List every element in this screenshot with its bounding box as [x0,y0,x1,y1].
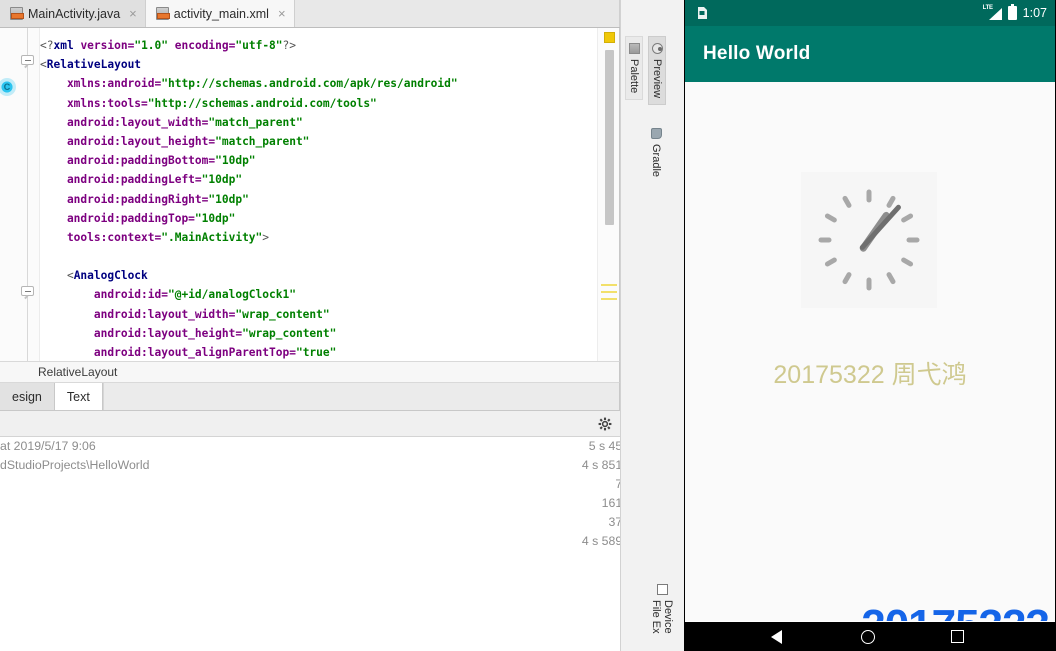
tab-bar-filler [294,0,620,27]
editor-tab-activity-main-xml[interactable]: activity_main.xml × [145,0,295,27]
build-output-row[interactable]: 7 ms [0,475,649,494]
recents-square-icon[interactable] [951,630,964,643]
code-line: android:paddingRight="10dp" [40,192,249,206]
code-line: tools:context=".MainActivity"> [40,230,270,244]
signal-bars-icon: LTE [983,5,1002,20]
battery-icon [1007,3,1017,20]
code-editor[interactable]: <?xml version="1.0" encoding="utf-8"?> <R… [0,28,620,361]
design-text-tab-filler [102,383,619,410]
breadcrumb-label: RelativeLayout [38,365,118,379]
gradle-elephant-icon [650,128,662,139]
design-text-tab-bar: esign Text [0,383,620,411]
breadcrumb[interactable]: RelativeLayout [0,361,620,383]
tab-design[interactable]: esign [0,383,55,410]
build-row-text: at 2019/5/17 9:06 [0,439,96,453]
highlight-marker [601,298,617,300]
build-panel-header [0,411,650,437]
gear-icon[interactable] [598,417,612,431]
app-bar-title: Hello World [703,43,811,64]
tool-tab-label: Palette [628,59,640,94]
emulator-screen: LTE 1:07 Hello World 20175322 周弋鸿 [685,0,1055,651]
code-line: <AnalogClock [40,269,148,283]
tool-tab-device-file-explorer[interactable]: Device File Ex [648,578,676,651]
tool-tab-label: Device File Ex [650,600,674,634]
ide-window: MainActivity.java × activity_main.xml × … [0,0,684,651]
tool-tab-label: Gradle [650,144,662,178]
build-output-row[interactable]: 37 ms [0,513,649,532]
activity-content: 20175322 周弋鸿 20175323 [685,82,1055,650]
editor-tab-bar: MainActivity.java × activity_main.xml × [0,0,620,28]
code-line: xmlns:android="http://schemas.android.co… [40,77,458,91]
home-circle-icon[interactable] [861,630,875,644]
gutter-divider [27,28,28,361]
java-file-icon [10,7,24,20]
editor-tab-label: MainActivity.java [28,6,121,21]
editor-code-text[interactable]: <?xml version="1.0" encoding="utf-8"?> <R… [40,36,600,361]
tab-text-label: Text [66,389,90,404]
code-line: android:paddingTop="10dp" [40,211,236,225]
editor-scrollbar-thumb[interactable] [605,50,614,225]
ide-tool-window-strip: Palette Preview Gradle Device File Ex [620,0,684,651]
status-bar-right-group: LTE 1:07 [983,0,1047,26]
tab-text[interactable]: Text [54,383,103,410]
fold-marker-relativelayout[interactable] [21,55,34,69]
tool-tab-preview[interactable]: Preview [648,36,666,106]
build-row-text: dStudioProjects\HelloWorld [0,458,150,472]
palette-icon [628,43,640,54]
preview-icon [651,43,663,54]
code-line: xmlns:tools="http://schemas.android.com/… [40,96,377,110]
tool-tab-label: Preview [651,59,663,99]
code-line: <RelativeLayout [40,58,142,72]
back-triangle-icon[interactable] [771,630,782,644]
device-file-explorer-icon [656,584,668,595]
android-nav-bar [685,622,1055,651]
tool-tab-gradle[interactable]: Gradle [648,122,664,184]
build-output-row[interactable]: dStudioProjects\HelloWorld 4 s 851 ms [0,456,649,475]
build-output-row[interactable]: 161 ms [0,494,649,513]
code-line: android:layout_width="match_parent" [40,115,303,129]
editor-tab-mainactivity-java[interactable]: MainActivity.java × [0,0,146,27]
build-output-row[interactable]: 4 s 589 ms [0,532,649,551]
build-output-row[interactable]: at 2019/5/17 9:06 5 s 45 ms [0,437,649,456]
code-line: android:id="@+id/analogClock1" [40,288,296,302]
editor-gutter[interactable] [0,28,40,361]
analog-clock-widget [801,172,937,308]
code-line: android:paddingBottom="10dp" [40,154,256,168]
code-line: android:layout_width="wrap_content" [40,307,330,321]
tab-design-label: esign [12,389,42,404]
code-line: android:layout_alignParentTop="true" [40,346,337,359]
android-emulator: LTE 1:07 Hello World 20175322 周弋鸿 [684,0,1056,651]
build-output-list[interactable]: at 2019/5/17 9:06 5 s 45 ms dStudioProject… [0,437,650,651]
code-line: <?xml version="1.0" encoding="utf-8"?> [40,39,297,52]
highlight-marker [601,284,617,286]
warning-marker-icon[interactable] [604,32,615,43]
android-status-bar: LTE 1:07 [685,0,1055,26]
editor-tab-label: activity_main.xml [173,6,269,21]
close-icon[interactable]: × [129,6,137,21]
sim-card-icon [695,6,709,20]
xml-file-icon [155,7,170,20]
highlight-marker [601,291,617,293]
student-info-text: 20175322 周弋鸿 [773,361,967,389]
run-gutter-icon[interactable] [0,78,16,96]
status-bar-clock: 1:07 [1022,6,1047,20]
code-line: android:layout_height="wrap_content" [40,326,337,340]
code-line: android:paddingLeft="10dp" [40,173,243,187]
code-line: android:layout_height="match_parent" [40,134,310,148]
screen-root: MainActivity.java × activity_main.xml × … [0,0,1056,651]
app-bar: Hello World [685,26,1055,82]
editor-marker-strip[interactable] [597,28,619,361]
close-icon[interactable]: × [278,6,286,21]
fold-marker-analogclock[interactable] [21,286,34,300]
tool-tab-palette[interactable]: Palette [625,36,643,101]
